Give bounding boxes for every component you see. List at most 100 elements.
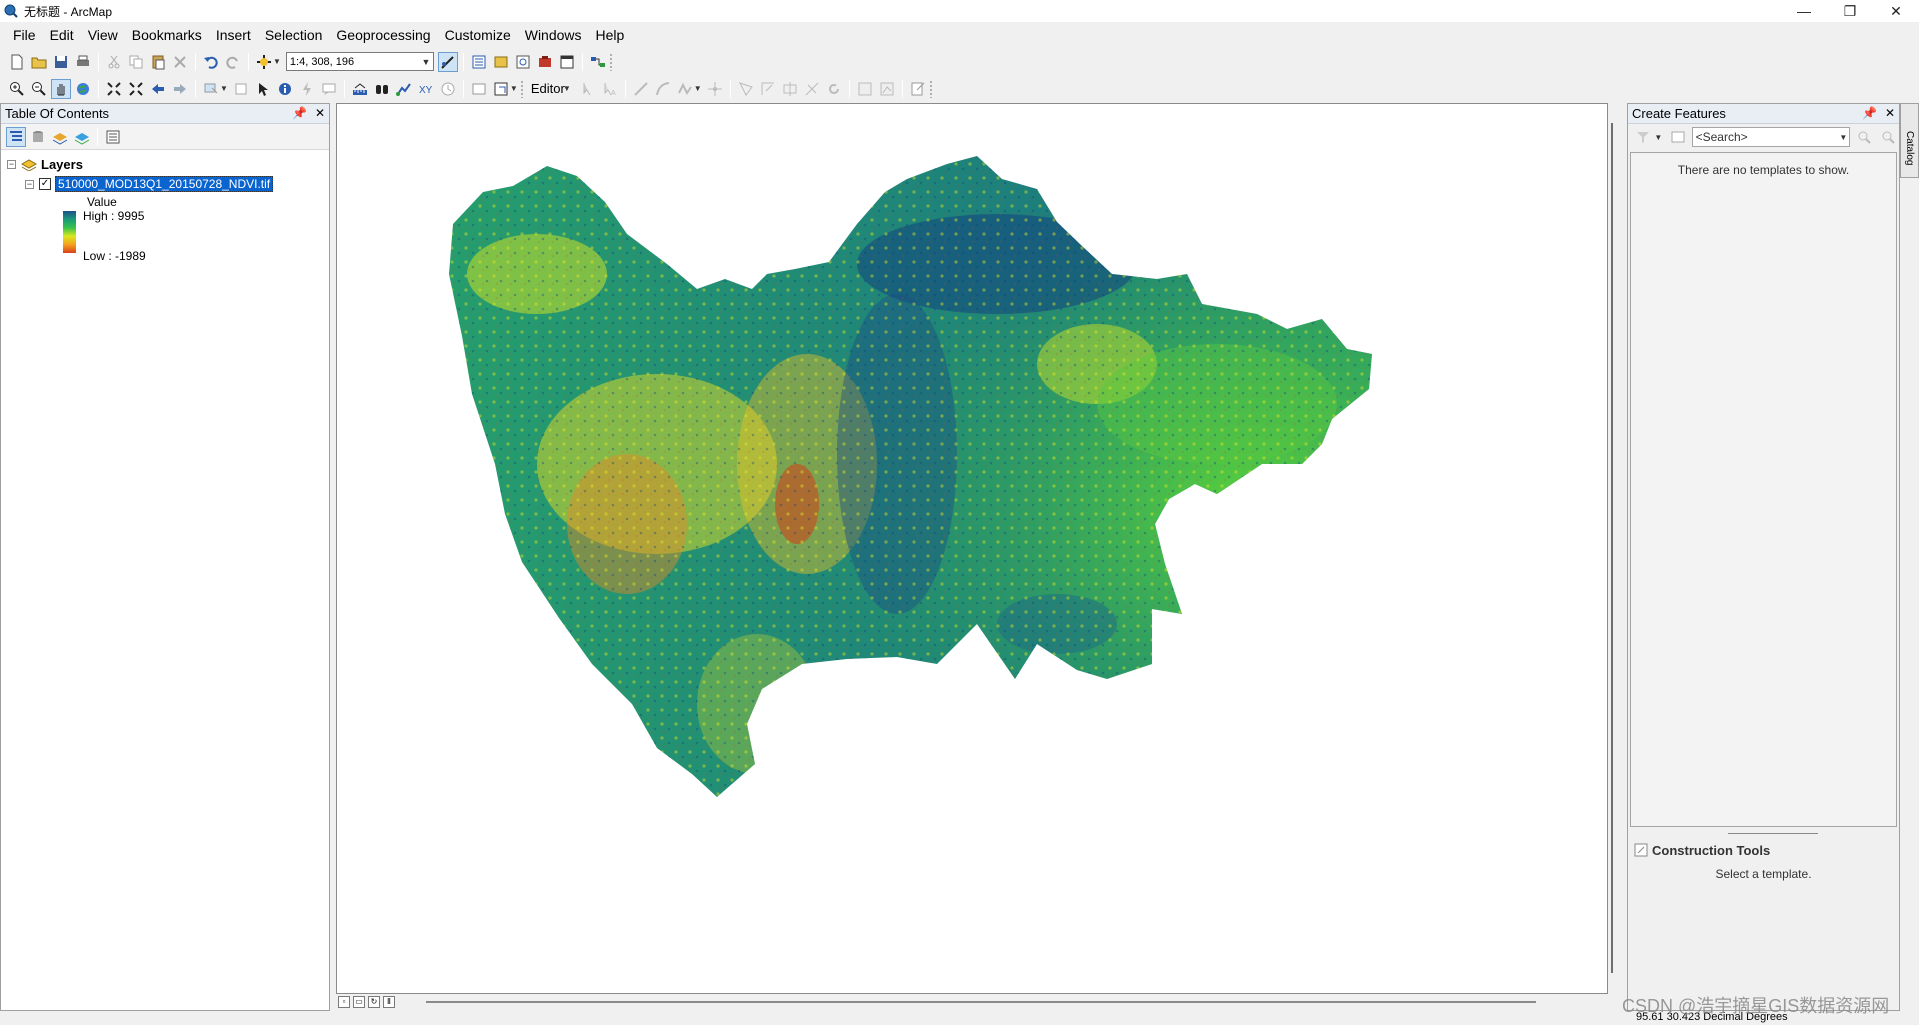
hyperlink-button[interactable]: [297, 79, 317, 99]
find-route-button[interactable]: [394, 79, 414, 99]
zoom-in-button[interactable]: [7, 79, 27, 99]
map-scale-combobox[interactable]: 1:4, 308, 196 ▼: [285, 52, 434, 71]
point-button[interactable]: [705, 79, 725, 99]
go-forward-extent-button[interactable]: [170, 79, 190, 99]
sketch-properties-button[interactable]: [877, 79, 897, 99]
zoom-out-button[interactable]: [29, 79, 49, 99]
go-back-extent-button[interactable]: [148, 79, 168, 99]
layer-name[interactable]: 510000_MOD13Q1_20150728_NDVI.tif: [55, 176, 274, 192]
python-window-button[interactable]: [557, 52, 577, 72]
toc-window-button[interactable]: [469, 52, 489, 72]
templates-list[interactable]: There are no templates to show.: [1630, 152, 1897, 827]
segment-dropdown-arrow[interactable]: ▼: [694, 84, 702, 93]
straight-segment-button[interactable]: [631, 79, 651, 99]
editor-toolbar-toggle-button[interactable]: [437, 51, 458, 72]
toc-options-button[interactable]: [103, 127, 123, 147]
menu-insert[interactable]: Insert: [209, 22, 258, 48]
refresh-view-button[interactable]: ↻: [368, 996, 380, 1008]
list-by-visibility-button[interactable]: [50, 127, 70, 147]
new-document-button[interactable]: [7, 52, 27, 72]
select-elements-button[interactable]: [253, 79, 273, 99]
ndvi-raster-map[interactable]: [337, 104, 1607, 993]
redo-button[interactable]: [223, 52, 243, 72]
reshape-feature-button[interactable]: [758, 79, 778, 99]
close-icon[interactable]: ✕: [315, 106, 325, 120]
clear-search-button[interactable]: [1879, 127, 1898, 147]
map-display[interactable]: [336, 103, 1608, 994]
select-features-button[interactable]: [201, 79, 221, 99]
fixed-zoom-out-button[interactable]: [126, 79, 146, 99]
trace-button[interactable]: [675, 79, 695, 99]
measure-button[interactable]: [350, 79, 370, 99]
menu-selection[interactable]: Selection: [258, 22, 330, 48]
paste-button[interactable]: [148, 52, 168, 72]
pin-icon[interactable]: 📌: [292, 106, 307, 120]
search-window-button[interactable]: [513, 52, 533, 72]
map-vertical-scrollbar[interactable]: [1608, 103, 1621, 994]
menu-help[interactable]: Help: [589, 22, 632, 48]
search-button[interactable]: [1854, 127, 1873, 147]
full-extent-button[interactable]: [73, 79, 93, 99]
layout-view-button[interactable]: ▭: [353, 996, 365, 1008]
data-view-button[interactable]: ▫: [338, 996, 350, 1008]
close-button[interactable]: ✕: [1873, 0, 1919, 22]
menu-edit[interactable]: Edit: [43, 22, 81, 48]
copy-button[interactable]: [126, 52, 146, 72]
catalog-side-tab[interactable]: Catalog: [1900, 103, 1919, 178]
clear-selection-button[interactable]: [231, 79, 251, 99]
time-slider-button[interactable]: [438, 79, 458, 99]
select-dropdown-arrow[interactable]: ▼: [220, 84, 228, 93]
menu-windows[interactable]: Windows: [518, 22, 589, 48]
add-data-dropdown-arrow[interactable]: ▼: [273, 57, 281, 66]
list-by-source-button[interactable]: [28, 127, 48, 147]
map-horizontal-scrollbar[interactable]: [426, 1001, 1536, 1003]
minimize-button[interactable]: —: [1781, 0, 1827, 22]
pin-icon[interactable]: 📌: [1862, 106, 1877, 120]
arctoolbox-button[interactable]: [535, 52, 555, 72]
edit-tool-button[interactable]: [578, 79, 598, 99]
cut-polygons-button[interactable]: [780, 79, 800, 99]
pause-drawing-button[interactable]: Ⅱ: [383, 996, 395, 1008]
html-popup-button[interactable]: [319, 79, 339, 99]
pan-button[interactable]: [51, 78, 71, 99]
list-by-selection-button[interactable]: [72, 127, 92, 147]
collapse-icon[interactable]: −: [7, 159, 16, 169]
layers-root-row[interactable]: − Layers: [7, 154, 329, 174]
end-point-arc-button[interactable]: [653, 79, 673, 99]
split-tool-button[interactable]: [802, 79, 822, 99]
menu-view[interactable]: View: [81, 22, 125, 48]
menu-file[interactable]: File: [6, 22, 43, 48]
toolbar-overflow-grip[interactable]: [928, 79, 933, 98]
catalog-window-button[interactable]: [491, 52, 511, 72]
menu-geoprocessing[interactable]: Geoprocessing: [329, 22, 437, 48]
scrollbar-thumb[interactable]: [1611, 123, 1613, 973]
template-search-input[interactable]: <Search> ▼: [1691, 127, 1851, 147]
attributes-button[interactable]: [855, 79, 875, 99]
model-builder-button[interactable]: [588, 52, 608, 72]
editor-menu-button[interactable]: Editor ▼: [527, 81, 577, 96]
viewer-dropdown-arrow[interactable]: ▼: [510, 84, 518, 93]
create-features-window-button[interactable]: [908, 79, 928, 99]
fixed-zoom-in-button[interactable]: [104, 79, 124, 99]
create-viewer-window-button[interactable]: [469, 79, 489, 99]
menu-customize[interactable]: Customize: [438, 22, 518, 48]
layer-row[interactable]: − ✓ 510000_MOD13Q1_20150728_NDVI.tif: [7, 174, 329, 194]
restore-button[interactable]: ❐: [1827, 0, 1873, 22]
cut-button[interactable]: [104, 52, 124, 72]
identify-button[interactable]: [275, 79, 295, 99]
undo-button[interactable]: [201, 52, 221, 72]
save-button[interactable]: [51, 52, 71, 72]
toolbar-grip[interactable]: [519, 79, 524, 98]
go-to-xy-button[interactable]: XY: [416, 79, 436, 99]
template-filter-button[interactable]: [1633, 127, 1652, 147]
organize-templates-button[interactable]: [1668, 127, 1687, 147]
close-icon[interactable]: ✕: [1885, 106, 1895, 120]
find-button[interactable]: [372, 79, 392, 99]
list-by-drawing-order-button[interactable]: [6, 126, 26, 147]
print-button[interactable]: [73, 52, 93, 72]
collapse-icon[interactable]: −: [25, 179, 34, 189]
add-data-button[interactable]: [254, 52, 274, 72]
edit-annotation-button[interactable]: A: [600, 79, 620, 99]
menu-bookmarks[interactable]: Bookmarks: [125, 22, 209, 48]
toolbar-overflow-grip[interactable]: [608, 52, 613, 71]
